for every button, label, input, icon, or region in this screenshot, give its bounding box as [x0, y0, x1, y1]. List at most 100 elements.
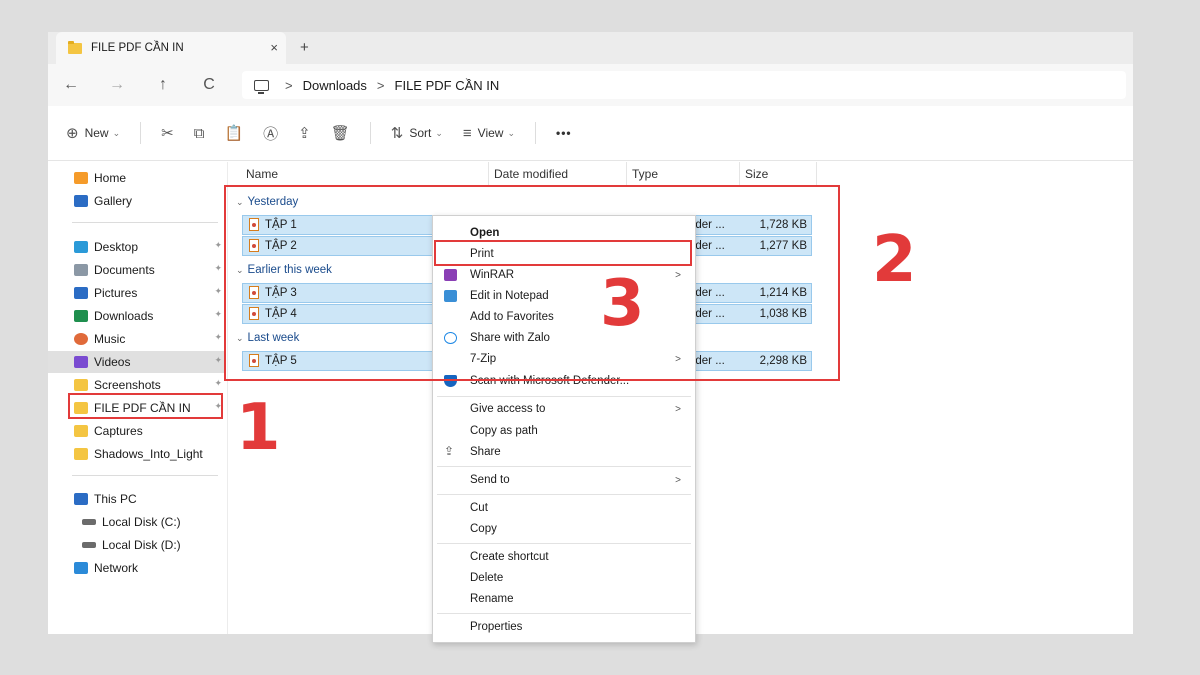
- pin-icon: ✦: [214, 240, 222, 250]
- sidebar-item-label: Home: [94, 171, 127, 185]
- sidebar-item-shadows-into-light[interactable]: Shadows_Into_Light: [48, 443, 226, 465]
- chevron-down-icon: ⌄: [507, 127, 516, 138]
- forward-button[interactable]: →: [94, 76, 140, 94]
- sidebar-item-label: Pictures: [94, 286, 138, 300]
- folder-icon: [74, 448, 88, 460]
- menu-item-copy-as-path[interactable]: Copy as path: [433, 421, 695, 441]
- step-number-3: 3: [600, 267, 645, 341]
- menu-item-give-access-to[interactable]: Give access to >: [433, 399, 695, 419]
- close-tab-icon[interactable]: ×: [270, 40, 278, 55]
- sidebar-item-gallery[interactable]: Gallery: [48, 190, 226, 212]
- drive-icon: [82, 519, 96, 525]
- new-button[interactable]: ⊕ New ⌄: [66, 124, 120, 142]
- column-divider[interactable]: [488, 162, 489, 186]
- tab-file-pdf[interactable]: FILE PDF CẦN IN ×: [56, 32, 286, 64]
- chevron-down-icon: ⌄: [435, 127, 443, 138]
- chevron-down-icon: ⌄: [112, 127, 121, 138]
- new-tab-icon[interactable]: +: [300, 39, 309, 56]
- sidebar-item-label: Shadows_Into_Light: [94, 447, 203, 461]
- rename-icon[interactable]: Ⓐ: [263, 123, 278, 144]
- sidebar-item-label: Local Disk (C:): [102, 515, 181, 529]
- folder-icon: [68, 40, 82, 54]
- breadcrumb-current-folder[interactable]: FILE PDF CẦN IN: [395, 78, 500, 93]
- sidebar-item-label: Captures: [94, 424, 143, 438]
- sidebar-divider: [72, 222, 218, 223]
- breadcrumb-separator: >: [285, 77, 293, 93]
- menu-item-properties[interactable]: Properties: [433, 617, 695, 637]
- gallery-icon: [74, 195, 88, 207]
- sidebar-item-local-disk-c[interactable]: Local Disk (C:): [48, 511, 226, 533]
- folder-icon: [74, 379, 88, 391]
- back-button[interactable]: ←: [48, 76, 94, 94]
- sidebar-item-label: Music: [94, 332, 126, 346]
- column-header-date-modified[interactable]: Date modified: [494, 162, 568, 186]
- computer-icon: [254, 79, 269, 94]
- menu-item-copy[interactable]: Copy: [433, 519, 695, 539]
- home-icon: [74, 172, 88, 184]
- menu-item-label: Give access to: [470, 403, 546, 415]
- sidebar-item-network[interactable]: Network: [48, 557, 226, 579]
- sidebar-item-videos[interactable]: Videos ✦: [48, 351, 226, 373]
- toolbar-divider: [369, 122, 371, 144]
- sort-button[interactable]: ⇅ Sort ⌄: [391, 124, 443, 142]
- computer-icon: [74, 493, 88, 505]
- menu-item-delete[interactable]: Delete: [433, 568, 695, 588]
- menu-item-share[interactable]: ⇪ Share: [433, 442, 695, 462]
- copy-icon[interactable]: ⧉: [194, 125, 205, 142]
- column-divider[interactable]: [816, 162, 817, 186]
- menu-divider: [437, 543, 691, 544]
- menu-item-send-to[interactable]: Send to >: [433, 470, 695, 490]
- view-icon: ≡: [462, 124, 472, 142]
- plus-circle-icon: ⊕: [66, 125, 79, 142]
- breadcrumb-downloads[interactable]: Downloads: [303, 78, 367, 93]
- share-icon[interactable]: ⇪: [298, 124, 311, 142]
- delete-icon[interactable]: 🗑: [331, 124, 350, 142]
- share-icon: ⇪: [444, 444, 455, 458]
- menu-item-rename[interactable]: Rename: [433, 589, 695, 609]
- pin-icon: ✦: [214, 263, 222, 273]
- menu-item-create-shortcut[interactable]: Create shortcut: [433, 547, 695, 567]
- pictures-icon: [74, 287, 88, 299]
- sidebar-item-downloads[interactable]: Downloads ✦: [48, 305, 226, 327]
- toolbar-divider: [535, 122, 537, 144]
- column-divider[interactable]: [739, 162, 740, 186]
- tab-title: FILE PDF CẦN IN: [91, 42, 184, 54]
- sidebar-item-pictures[interactable]: Pictures ✦: [48, 282, 226, 304]
- desktop-icon: [74, 241, 88, 253]
- menu-item-cut[interactable]: Cut: [433, 498, 695, 518]
- pin-icon: ✦: [214, 378, 222, 388]
- new-label: New: [84, 126, 109, 140]
- column-header-type[interactable]: Type: [632, 162, 658, 186]
- highlight-box-sidebar-folder: [68, 393, 223, 419]
- tab-strip: FILE PDF CẦN IN × +: [48, 32, 1133, 64]
- highlight-box-selected-files: [224, 185, 840, 381]
- sidebar-item-captures[interactable]: Captures: [48, 420, 226, 442]
- network-icon: [74, 562, 88, 574]
- sidebar-item-local-disk-d[interactable]: Local Disk (D:): [48, 534, 226, 556]
- refresh-button[interactable]: C: [186, 76, 232, 94]
- sidebar-item-label: This PC: [94, 492, 137, 506]
- cut-icon[interactable]: ✂: [161, 124, 174, 142]
- sidebar-item-this-pc[interactable]: This PC: [48, 488, 226, 510]
- sidebar-item-home[interactable]: Home: [48, 167, 226, 189]
- highlight-box-print: [434, 240, 692, 266]
- menu-item-label: Send to: [470, 474, 510, 486]
- drive-icon: [82, 542, 96, 548]
- paste-icon[interactable]: 📋: [224, 124, 243, 142]
- sidebar-item-documents[interactable]: Documents ✦: [48, 259, 226, 281]
- column-header-size[interactable]: Size: [745, 162, 768, 186]
- menu-item-label: Share: [470, 446, 501, 458]
- sidebar-item-desktop[interactable]: Desktop ✦: [48, 236, 226, 258]
- sidebar-item-music[interactable]: Music ✦: [48, 328, 226, 350]
- address-bar[interactable]: > Downloads > FILE PDF CẦN IN: [242, 71, 1126, 99]
- sort-label: Sort: [409, 126, 432, 140]
- sidebar-item-label: Gallery: [94, 194, 133, 208]
- view-button[interactable]: ≡ View ⌄: [463, 125, 515, 142]
- sidebar-item-label: Desktop: [94, 240, 139, 254]
- column-divider[interactable]: [626, 162, 627, 186]
- more-options-icon[interactable]: •••: [556, 126, 572, 140]
- sort-icon: ⇅: [390, 125, 404, 142]
- up-button[interactable]: ↑: [140, 76, 186, 94]
- menu-divider: [437, 396, 691, 397]
- column-header-name[interactable]: Name: [246, 162, 278, 186]
